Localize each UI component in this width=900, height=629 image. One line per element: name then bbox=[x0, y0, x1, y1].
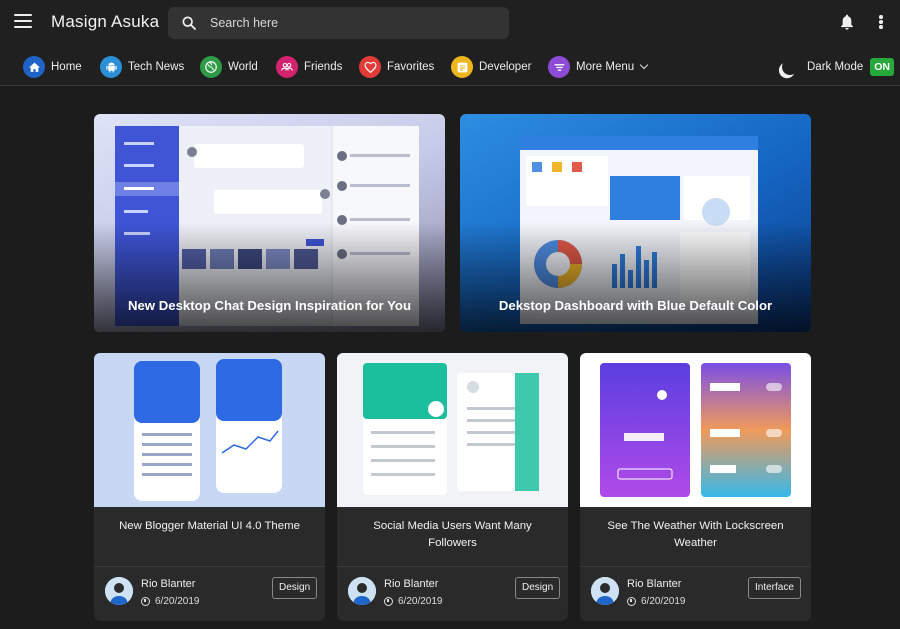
clock-icon bbox=[627, 597, 636, 606]
post-card[interactable]: See The Weather With Lockscreen Weather … bbox=[580, 353, 811, 621]
top-header: Masign Asuka bbox=[0, 0, 900, 46]
category-tag[interactable]: Design bbox=[515, 577, 561, 599]
site-brand[interactable]: Masign Asuka bbox=[51, 12, 159, 32]
hamburger-menu-icon[interactable] bbox=[14, 14, 32, 28]
nav-label: Favorites bbox=[387, 61, 435, 73]
dark-mode-toggle[interactable]: ON bbox=[870, 58, 894, 76]
author-name[interactable]: Rio Blanter bbox=[627, 578, 681, 590]
more-options-icon[interactable] bbox=[878, 15, 884, 31]
globe-icon bbox=[200, 56, 222, 78]
nav-item-home[interactable]: Home bbox=[23, 56, 82, 78]
card-divider bbox=[580, 566, 811, 567]
post-card[interactable]: Social Media Users Want Many Followers R… bbox=[337, 353, 568, 621]
nav-label: Friends bbox=[304, 61, 343, 73]
card-divider bbox=[337, 566, 568, 567]
featured-post-card[interactable]: Dekstop Dashboard with Blue Default Colo… bbox=[460, 114, 811, 332]
nav-label: Home bbox=[51, 61, 82, 73]
card-divider bbox=[94, 566, 325, 567]
post-card[interactable]: New Blogger Material UI 4.0 Theme Rio Bl… bbox=[94, 353, 325, 621]
search-icon bbox=[182, 16, 196, 30]
nav-item-tech-news[interactable]: Tech News bbox=[100, 56, 184, 78]
image-overlay bbox=[460, 222, 811, 332]
featured-post-title[interactable]: Dekstop Dashboard with Blue Default Colo… bbox=[460, 298, 811, 313]
social-media-app-image bbox=[337, 353, 568, 507]
author-name[interactable]: Rio Blanter bbox=[384, 578, 438, 590]
author-avatar[interactable] bbox=[105, 577, 133, 605]
android-icon bbox=[100, 56, 122, 78]
filter-icon bbox=[548, 56, 570, 78]
post-title[interactable]: New Blogger Material UI 4.0 Theme bbox=[106, 518, 313, 535]
chevron-down-icon bbox=[639, 60, 649, 70]
nav-label: Developer bbox=[479, 61, 532, 73]
moon-icon bbox=[780, 57, 801, 78]
heart-icon bbox=[359, 56, 381, 78]
nav-label: More Menu bbox=[576, 61, 635, 73]
post-date-text: 6/20/2019 bbox=[641, 596, 686, 607]
image-overlay bbox=[94, 222, 445, 332]
search-box[interactable] bbox=[168, 7, 509, 39]
clock-icon bbox=[384, 597, 393, 606]
category-tag[interactable]: Design bbox=[272, 577, 318, 599]
nav-label: World bbox=[228, 61, 258, 73]
category-nav: Home Tech News World Friends Favorites D… bbox=[0, 46, 900, 86]
notification-bell-icon[interactable] bbox=[839, 13, 855, 31]
search-input[interactable] bbox=[210, 7, 500, 39]
code-icon bbox=[451, 56, 473, 78]
author-avatar[interactable] bbox=[348, 577, 376, 605]
post-title[interactable]: Social Media Users Want Many Followers bbox=[349, 518, 556, 552]
blogger-material-ui-image bbox=[94, 353, 325, 507]
nav-item-friends[interactable]: Friends bbox=[276, 56, 342, 78]
home-icon bbox=[23, 56, 45, 78]
nav-item-favorites[interactable]: Favorites bbox=[359, 56, 434, 78]
post-date: 6/20/2019 bbox=[384, 596, 443, 607]
dark-mode-label: Dark Mode bbox=[807, 61, 864, 73]
nav-item-more-menu[interactable]: More Menu bbox=[548, 56, 649, 78]
post-date-text: 6/20/2019 bbox=[398, 596, 443, 607]
category-tag[interactable]: Interface bbox=[748, 577, 801, 599]
nav-label: Tech News bbox=[128, 61, 185, 73]
post-title[interactable]: See The Weather With Lockscreen Weather bbox=[592, 518, 799, 552]
people-icon bbox=[276, 56, 298, 78]
nav-item-world[interactable]: World bbox=[200, 56, 258, 78]
featured-post-card[interactable]: New Desktop Chat Design Inspiration for … bbox=[94, 114, 445, 332]
featured-post-title[interactable]: New Desktop Chat Design Inspiration for … bbox=[94, 298, 445, 313]
post-date-text: 6/20/2019 bbox=[155, 596, 200, 607]
weather-lockscreen-image bbox=[580, 353, 811, 507]
dark-mode-control[interactable]: Dark Mode ON bbox=[776, 56, 894, 78]
post-date: 6/20/2019 bbox=[627, 596, 686, 607]
author-avatar[interactable] bbox=[591, 577, 619, 605]
nav-item-developer[interactable]: Developer bbox=[451, 56, 531, 78]
author-name[interactable]: Rio Blanter bbox=[141, 578, 195, 590]
clock-icon bbox=[141, 597, 150, 606]
post-date: 6/20/2019 bbox=[141, 596, 200, 607]
